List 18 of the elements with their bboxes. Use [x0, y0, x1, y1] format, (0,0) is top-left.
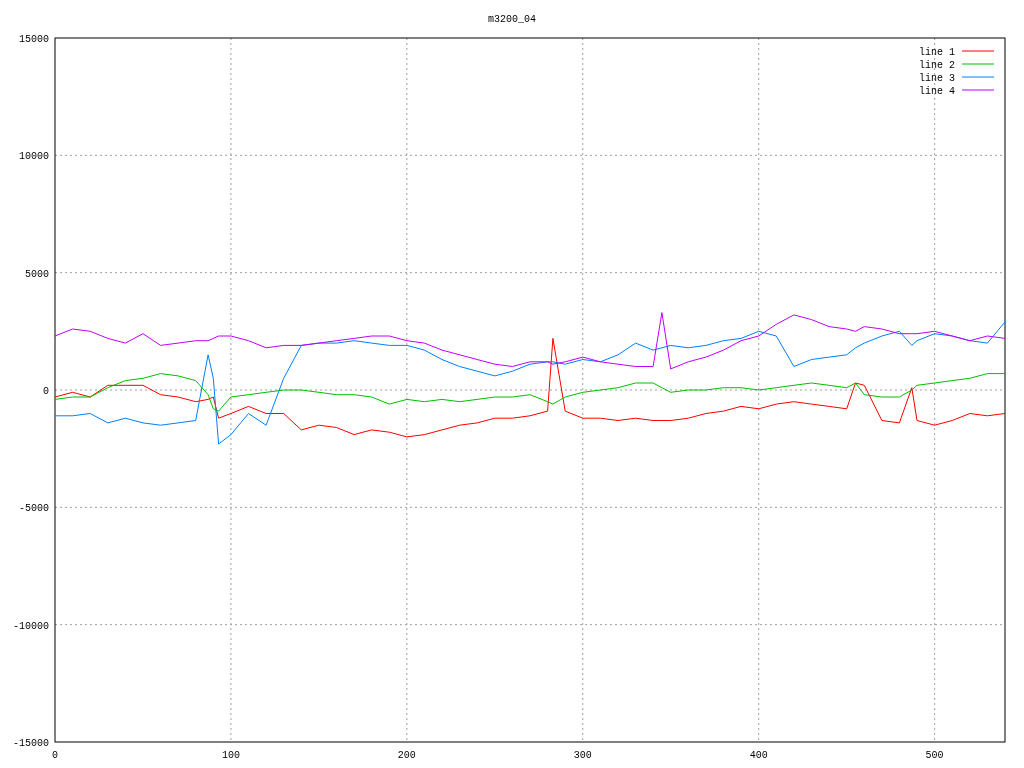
x-tick-label: 400	[749, 750, 768, 761]
x-tick-label: 300	[573, 750, 592, 761]
x-tick-label: 200	[397, 750, 416, 761]
legend-label: line 3	[919, 73, 955, 84]
legend-label: line 4	[919, 86, 955, 97]
x-tick-label: 0	[52, 750, 58, 761]
y-tick-label: -15000	[13, 738, 49, 749]
legend-label: line 2	[919, 60, 955, 71]
y-tick-label: -10000	[13, 620, 49, 632]
x-tick-label: 100	[221, 750, 240, 761]
y-tick-label: -5000	[19, 503, 49, 515]
chart-title: m3200_04	[488, 14, 536, 25]
y-tick-label: 15000	[19, 34, 49, 45]
y-tick-label: 0	[43, 386, 49, 397]
y-tick-label: 5000	[25, 268, 49, 280]
legend-label: line 1	[919, 47, 955, 58]
y-tick-label: 10000	[19, 151, 49, 163]
x-tick-label: 500	[925, 750, 944, 761]
